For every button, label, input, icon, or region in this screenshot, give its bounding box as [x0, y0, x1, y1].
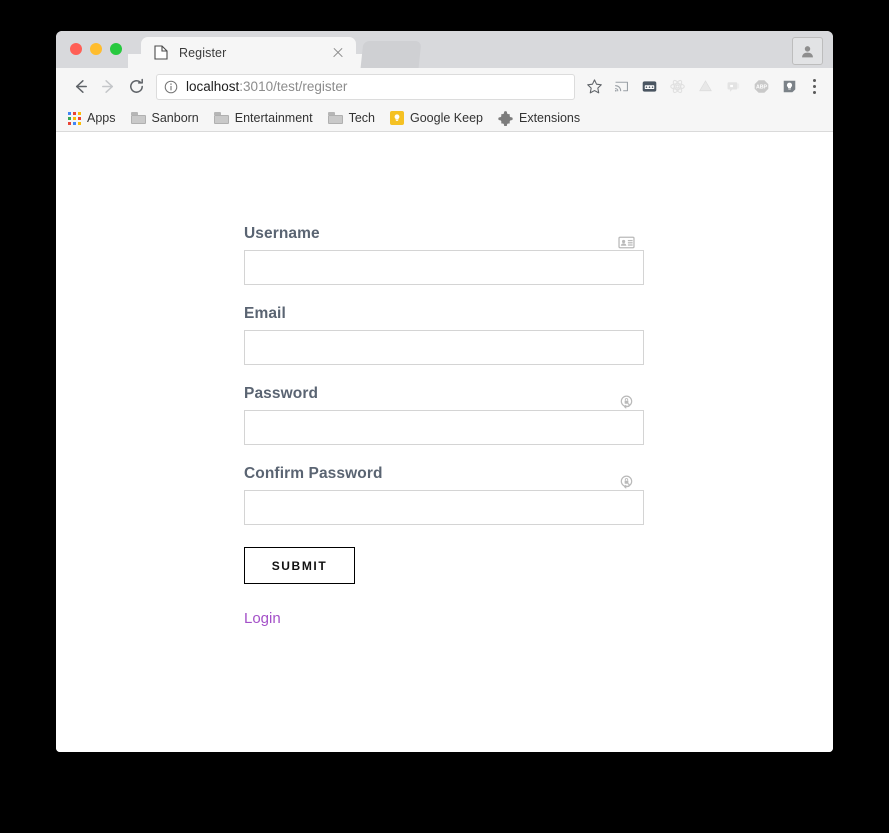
- url-host: localhost: [186, 79, 240, 94]
- maximize-window-button[interactable]: [110, 43, 122, 55]
- window-controls: [70, 43, 122, 55]
- google-drive-icon[interactable]: [691, 73, 719, 101]
- folder-icon: [130, 112, 146, 124]
- email-input[interactable]: [244, 330, 644, 365]
- field-confirm-password: Confirm Password: [244, 465, 644, 525]
- field-label-username: Username: [244, 225, 320, 242]
- bookmark-entertainment[interactable]: Entertainment: [213, 111, 313, 125]
- bookmark-label: Tech: [348, 111, 375, 125]
- close-window-button[interactable]: [70, 43, 82, 55]
- url-path: :3010/test/register: [239, 79, 348, 94]
- reload-button[interactable]: [122, 73, 150, 101]
- browser-toolbar: localhost:3010/test/register ABP: [56, 68, 833, 105]
- bookmark-google-keep[interactable]: Google Keep: [390, 111, 483, 125]
- three-dot-menu-icon[interactable]: [803, 73, 825, 101]
- username-input[interactable]: [244, 250, 644, 285]
- google-keep-icon: [390, 111, 404, 125]
- field-label-confirm-password: Confirm Password: [244, 465, 383, 482]
- bookmark-label: Google Keep: [410, 111, 483, 125]
- bookmark-label: Entertainment: [234, 111, 313, 125]
- url-text: localhost:3010/test/register: [186, 79, 567, 94]
- menu-dot: [812, 91, 816, 94]
- cast-icon[interactable]: [607, 73, 635, 101]
- bookmark-extensions[interactable]: Extensions: [498, 110, 581, 126]
- browser-tab-background[interactable]: [360, 41, 422, 68]
- minimize-window-button[interactable]: [90, 43, 102, 55]
- star-icon: [586, 79, 602, 94]
- avatar-icon: [802, 45, 813, 57]
- bookmark-apps[interactable]: Apps: [68, 111, 116, 125]
- bookmark-label: Extensions: [518, 111, 581, 125]
- browser-window: Register localhost:3010/test/register AB…: [56, 31, 833, 752]
- folder-icon: [213, 112, 229, 124]
- bookmark-label: Apps: [87, 111, 116, 125]
- dots-square-icon[interactable]: [635, 73, 663, 101]
- back-button[interactable]: [66, 73, 94, 101]
- register-form: Username Email Password Confirm Password…: [244, 225, 644, 628]
- chat-bubble-icon[interactable]: [719, 73, 747, 101]
- page-icon: [154, 45, 168, 60]
- reload-arrow-icon: [129, 78, 143, 93]
- google-keep-icon[interactable]: [775, 73, 803, 101]
- svg-text:ABP: ABP: [755, 85, 767, 91]
- address-bar[interactable]: localhost:3010/test/register: [156, 73, 575, 100]
- confirm-password-input[interactable]: [244, 490, 644, 525]
- desktop-canvas: Register localhost:3010/test/register AB…: [0, 0, 889, 833]
- page-content: Username Email Password Confirm Password…: [56, 132, 833, 752]
- field-username: Username: [244, 225, 644, 285]
- field-label-password: Password: [244, 385, 319, 402]
- info-circle-icon[interactable]: [164, 80, 178, 94]
- back-arrow-icon: [75, 80, 87, 93]
- bookmark-label: Sanborn: [151, 111, 199, 125]
- browser-tab-register[interactable]: Register: [128, 37, 369, 68]
- submit-button[interactable]: SUBMIT: [244, 547, 355, 584]
- puzzle-piece-icon: [498, 110, 513, 126]
- profile-avatar[interactable]: [792, 37, 823, 65]
- menu-dot: [812, 85, 816, 88]
- field-email: Email: [244, 305, 644, 365]
- bookmark-sanborn[interactable]: Sanborn: [130, 111, 199, 125]
- bookmarks-bar: Apps Sanborn Entertainment Tech Google K…: [56, 105, 833, 132]
- field-label-email: Email: [244, 305, 286, 322]
- apps-grid-icon: [68, 111, 81, 125]
- login-link[interactable]: Login: [244, 610, 281, 627]
- bookmark-star-button[interactable]: [581, 74, 607, 100]
- react-atom-icon[interactable]: [663, 73, 691, 101]
- bookmark-tech[interactable]: Tech: [327, 111, 375, 125]
- menu-dot: [812, 79, 816, 82]
- folder-icon: [327, 112, 343, 124]
- field-password: Password: [244, 385, 644, 445]
- close-icon[interactable]: [331, 46, 345, 60]
- forward-button: [94, 73, 122, 101]
- forward-arrow-icon: [101, 80, 113, 93]
- tab-title: Register: [179, 45, 227, 60]
- tab-strip: Register: [56, 31, 833, 68]
- password-input[interactable]: [244, 410, 644, 445]
- adblock-plus-icon[interactable]: ABP: [747, 73, 775, 101]
